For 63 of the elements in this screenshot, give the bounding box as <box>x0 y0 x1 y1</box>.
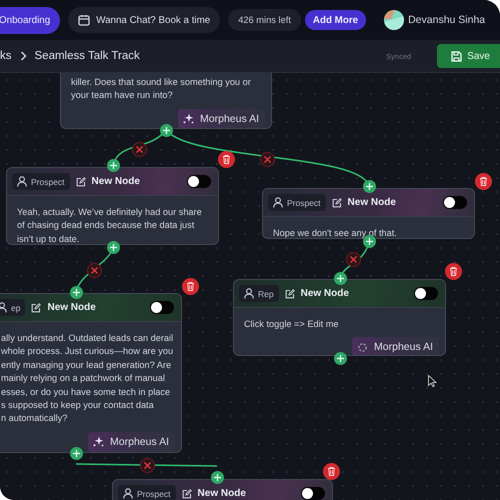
add-button[interactable] <box>160 124 172 136</box>
add-button[interactable] <box>334 352 346 364</box>
person-icon <box>123 488 133 499</box>
save-button[interactable]: Save <box>437 44 500 68</box>
remove-link-button[interactable] <box>260 152 274 166</box>
node-text: killer. Does that sound like something you or your team have run into? <box>70 76 252 102</box>
node-text: Yeah, actually. We’ve definitely had our share of chasing dead ends because the data just isn’t up to date. <box>16 206 203 244</box>
breadcrumb-link[interactable]: Seamless Talk Track <box>34 50 140 62</box>
node-title: New Node <box>92 176 140 187</box>
delete-button[interactable] <box>444 262 462 280</box>
toggle-switch[interactable] <box>301 487 325 500</box>
edit-icon <box>182 488 192 498</box>
morpheus-ai-button[interactable]: Morpheus AI <box>88 432 175 452</box>
person-icon <box>17 176 27 187</box>
toggle-switch[interactable] <box>187 175 211 188</box>
remove-link-button[interactable] <box>140 458 154 472</box>
role-label: Prospect <box>31 176 65 186</box>
edit-icon <box>284 288 295 298</box>
add-button[interactable] <box>106 240 120 254</box>
calendar-icon <box>78 14 90 26</box>
role-label: Rep <box>258 288 274 298</box>
node-text: ally understand. Outdated leads can derail whole process. Just curious—how are you ently managing your lead generation? Are mainly relying on a patchwork of manual esses, or do you have some tech in place s supposed to keep your contact data n automatically? <box>0 332 174 426</box>
remove-link-button[interactable] <box>346 252 360 266</box>
role-label: Prospect <box>287 198 321 208</box>
delete-button[interactable] <box>322 462 340 480</box>
add-more-button[interactable]: Add More <box>304 10 366 30</box>
toggle-switch[interactable] <box>414 287 438 300</box>
node-title: New Node <box>47 302 96 313</box>
add-button[interactable] <box>70 446 82 460</box>
avatar-icon <box>384 10 404 30</box>
edit-icon <box>31 302 42 312</box>
add-button[interactable] <box>70 286 82 298</box>
book-time-button[interactable]: Wanna Chat? Book a time <box>68 7 220 33</box>
toggle-switch[interactable] <box>443 196 467 209</box>
save-icon <box>451 50 462 62</box>
role-label: ep <box>11 302 20 312</box>
person-icon <box>244 288 254 299</box>
node-title: New Node <box>348 197 396 208</box>
delete-button[interactable] <box>182 278 198 294</box>
node-title: New Node <box>300 288 349 299</box>
breadcrumb-link[interactable]: ks <box>0 50 12 62</box>
add-button[interactable] <box>334 272 346 284</box>
minutes-left-badge: 426 mins left <box>228 9 301 31</box>
node-title: New Node <box>198 488 246 499</box>
edit-icon <box>76 176 86 186</box>
morpheus-ai-button[interactable]: Morpheus AI <box>178 108 265 128</box>
add-button[interactable] <box>210 470 224 484</box>
morpheus-ai-button[interactable]: Morpheus AI <box>352 337 439 355</box>
person-icon <box>273 197 283 208</box>
add-button[interactable] <box>362 180 376 192</box>
user-name: Devanshu Sinha <box>408 14 486 26</box>
cursor-icon <box>428 375 437 387</box>
person-icon <box>0 302 7 313</box>
node-text: Click toggle => Edit me <box>243 318 340 331</box>
add-button[interactable] <box>106 158 120 172</box>
delete-button[interactable] <box>218 150 234 168</box>
delete-button[interactable] <box>474 172 492 190</box>
role-label: Prospect <box>137 488 171 498</box>
toggle-switch[interactable] <box>150 301 174 314</box>
remove-link-button[interactable] <box>132 142 146 156</box>
edit-icon <box>332 198 342 208</box>
remove-link-button[interactable] <box>86 262 102 278</box>
chevron-right-icon <box>20 51 26 61</box>
